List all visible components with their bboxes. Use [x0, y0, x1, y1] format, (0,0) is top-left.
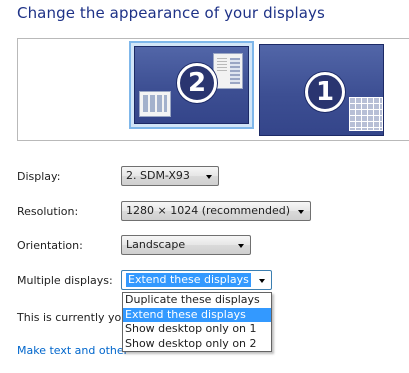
orientation-select-value: Landscape — [126, 238, 186, 251]
resolution-label: Resolution: — [17, 205, 79, 218]
text-size-link[interactable]: Make text and other — [17, 344, 128, 357]
page-title: Change the appearance of your displays — [17, 4, 325, 22]
window-thumbnail-icon — [139, 91, 171, 117]
orientation-label: Orientation: — [17, 239, 83, 252]
display-label: Display: — [17, 170, 61, 183]
dropdown-option-extend[interactable]: Extend these displays — [123, 307, 271, 322]
dropdown-option-show-only-1[interactable]: Show desktop only on 1 — [123, 322, 271, 337]
multiple-displays-label: Multiple displays: — [17, 274, 113, 287]
resolution-select[interactable]: 1280 × 1024 (recommended) — [121, 201, 311, 221]
multiple-displays-select[interactable]: Extend these displays — [121, 270, 272, 290]
monitor-2[interactable]: 2 — [134, 46, 249, 124]
monitor-1[interactable]: 1 — [259, 44, 384, 136]
chevron-down-icon — [298, 210, 304, 214]
dropdown-option-duplicate[interactable]: Duplicate these displays — [123, 293, 271, 308]
grid-icon — [349, 97, 383, 131]
dropdown-option-show-only-2[interactable]: Show desktop only on 2 — [123, 337, 271, 352]
chevron-down-icon — [259, 279, 265, 283]
display-select-value: 2. SDM-X93 — [126, 169, 190, 182]
monitor-arrangement-panel: 2 1 — [17, 38, 409, 141]
monitor-number-badge: 2 — [177, 63, 217, 103]
window-thumbnail-icon — [213, 53, 243, 89]
chevron-down-icon — [238, 244, 244, 248]
resolution-select-value: 1280 × 1024 (recommended) — [126, 204, 291, 217]
current-display-status: This is currently you — [17, 311, 129, 324]
multiple-displays-select-value: Extend these displays — [126, 273, 251, 287]
orientation-select[interactable]: Landscape — [121, 235, 251, 255]
display-select[interactable]: 2. SDM-X93 — [121, 166, 219, 186]
multiple-displays-dropdown-list: Duplicate these displays Extend these di… — [122, 292, 272, 352]
chevron-down-icon — [206, 175, 212, 179]
monitor-number-badge: 1 — [305, 72, 345, 112]
